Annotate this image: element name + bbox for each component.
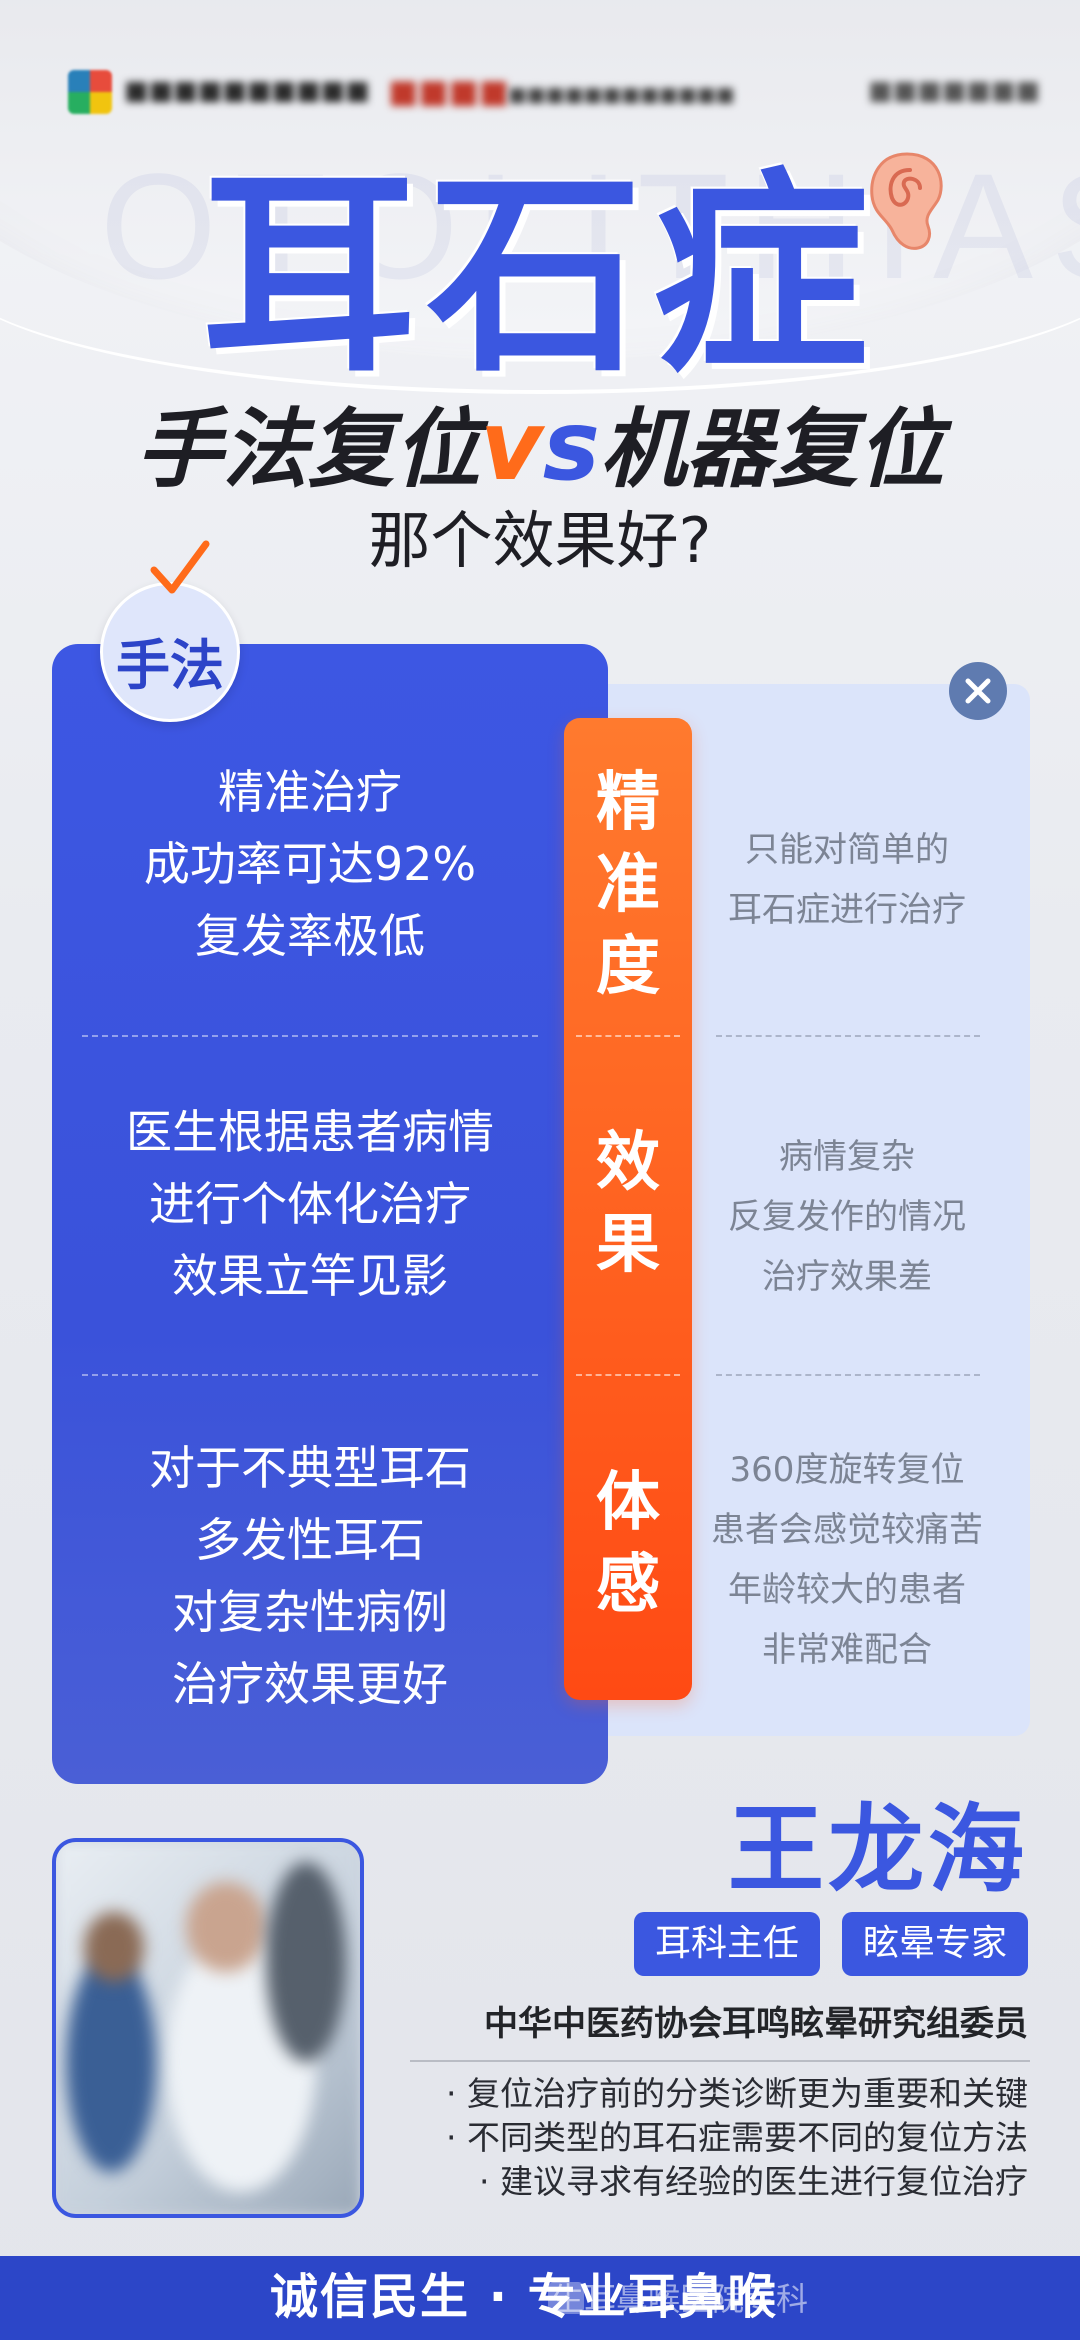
comparison-subtitle: 手法复位vs机器复位 bbox=[0, 398, 1080, 494]
text-line: 治疗效果更好 bbox=[172, 1657, 448, 1711]
machine-experience-text: 360度旋转复位 患者会感觉较痛苦 年龄较大的患者 非常难配合 bbox=[690, 1440, 1004, 1680]
hospital-logo-icon bbox=[68, 70, 112, 114]
text-line: 复发率极低 bbox=[195, 909, 425, 963]
subtitle-right: 机器复位 bbox=[599, 400, 944, 500]
brand-subtext-blurred: ■■■■■■■■■■■■ bbox=[508, 82, 735, 106]
text-line: 360度旋转复位 bbox=[729, 1450, 965, 1490]
advice-item: · 建议寻求有经验的医生进行复位治疗 bbox=[479, 2162, 1028, 2201]
text-line: 多发性耳石 bbox=[195, 1513, 425, 1567]
criteria-char: 度 bbox=[596, 930, 660, 1004]
machine-accuracy-text: 只能对简单的 耳石症进行治疗 bbox=[690, 820, 1004, 940]
text-line: 治疗效果差 bbox=[762, 1257, 932, 1297]
manual-accuracy-text: 精准治疗 成功率可达92% 复发率极低 bbox=[52, 756, 568, 972]
text-line: 年龄较大的患者 bbox=[728, 1570, 966, 1610]
criteria-char: 精 bbox=[596, 766, 660, 840]
criteria-char: 准 bbox=[596, 848, 660, 922]
vs-mark-v: v bbox=[480, 390, 543, 502]
advice-item: · 不同类型的耳石症需要不同的复位方法 bbox=[446, 2118, 1028, 2157]
check-icon bbox=[150, 540, 210, 594]
advice-item: · 复位治疗前的分类诊断更为重要和关键 bbox=[446, 2074, 1028, 2113]
divider bbox=[576, 1035, 680, 1037]
divider bbox=[576, 1374, 680, 1376]
text-line: 进行个体化治疗 bbox=[149, 1177, 471, 1231]
criteria-char: 效 bbox=[596, 1126, 660, 1200]
doctor-organization: 中华中医药协会耳鸣眩晕研究组委员 bbox=[484, 2004, 1028, 2044]
footer-watermark: 生耳鼻喉医院专科 bbox=[552, 2280, 809, 2318]
criteria-char: 感 bbox=[596, 1548, 660, 1622]
hospital-rank-blurred: ■■■■■■■ bbox=[868, 76, 1040, 106]
criteria-char: 体 bbox=[596, 1466, 660, 1540]
text-line: 精准治疗 bbox=[218, 765, 402, 819]
text-line: 成功率可达92% bbox=[143, 837, 477, 891]
divider bbox=[82, 1374, 538, 1376]
criteria-experience: 体 感 bbox=[564, 1462, 692, 1626]
divider bbox=[410, 2060, 1030, 2062]
text-line: 患者会感觉较痛苦 bbox=[711, 1510, 983, 1550]
subtitle-left: 手法复位 bbox=[136, 400, 481, 500]
manual-tag: 手法 bbox=[100, 582, 240, 722]
text-line: 耳石症进行治疗 bbox=[728, 890, 966, 930]
text-line: 病情复杂 bbox=[779, 1137, 915, 1177]
text-line: 医生根据患者病情 bbox=[126, 1105, 494, 1159]
text-line: 效果立竿见影 bbox=[172, 1249, 448, 1303]
machine-effect-text: 病情复杂 反复发作的情况 治疗效果差 bbox=[690, 1127, 1004, 1307]
criteria-effect: 效 果 bbox=[564, 1122, 692, 1286]
doctor-name: 王龙海 bbox=[728, 1794, 1028, 1906]
ear-icon bbox=[870, 152, 943, 250]
header-logo-row: ■■■■■■■■■■ ■■■■ ■■■■■■■■■■■■ ■■■■■■■ bbox=[68, 62, 1040, 122]
divider bbox=[716, 1035, 980, 1037]
manual-experience-text: 对于不典型耳石 多发性耳石 对复杂性病例 治疗效果更好 bbox=[52, 1432, 568, 1720]
divider bbox=[716, 1374, 980, 1376]
poster-page: ■■■■■■■■■■ ■■■■ ■■■■■■■■■■■■ ■■■■■■■ OTO… bbox=[0, 0, 1080, 2340]
criteria-char: 果 bbox=[596, 1208, 660, 1282]
divider bbox=[82, 1035, 538, 1037]
criteria-accuracy: 精 准 度 bbox=[564, 762, 692, 1008]
brand-logo-blurred: ■■■■ bbox=[388, 72, 509, 110]
hospital-logo-text-blurred: ■■■■■■■■■■ bbox=[124, 76, 370, 106]
doctor-photo bbox=[52, 1838, 364, 2218]
vs-mark-s: s bbox=[542, 390, 600, 502]
title-badge: 耳科主任 bbox=[634, 1912, 820, 1976]
text-line: 非常难配合 bbox=[762, 1630, 932, 1670]
close-icon bbox=[949, 662, 1007, 720]
manual-effect-text: 医生根据患者病情 进行个体化治疗 效果立竿见影 bbox=[52, 1096, 568, 1312]
text-line: 只能对简单的 bbox=[745, 830, 949, 870]
specialty-badge: 眩晕专家 bbox=[842, 1912, 1028, 1976]
text-line: 反复发作的情况 bbox=[728, 1197, 966, 1237]
manual-tag-label: 手法 bbox=[116, 634, 224, 697]
text-line: 对于不典型耳石 bbox=[149, 1441, 471, 1495]
text-line: 对复杂性病例 bbox=[172, 1585, 448, 1639]
